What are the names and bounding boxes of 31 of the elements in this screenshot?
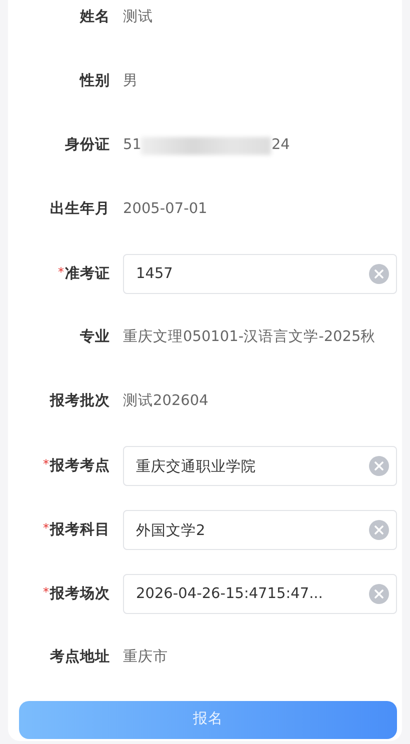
field-label: 身份证 bbox=[65, 137, 110, 154]
field-label: 报考考点 bbox=[50, 458, 110, 474]
field-label: 性别 bbox=[80, 73, 110, 90]
field-label: 报考批次 bbox=[50, 393, 110, 410]
field-label: 考点地址 bbox=[50, 649, 110, 666]
input-field[interactable]: 1457 bbox=[123, 254, 397, 294]
field-value: 男 bbox=[123, 72, 138, 92]
id-number-end: 24 bbox=[271, 136, 290, 156]
input-field[interactable]: 重庆交通职业学院 bbox=[123, 446, 397, 486]
field-value: 重庆市 bbox=[123, 648, 168, 668]
field-value: 2005-07-01 bbox=[123, 200, 208, 220]
field-value: 测试202604 bbox=[123, 392, 208, 412]
input-field[interactable]: 外国文学2 bbox=[123, 510, 397, 550]
field-label: 专业 bbox=[80, 329, 110, 346]
field-label: 报考科目 bbox=[50, 522, 110, 538]
id-number-start: 51 bbox=[123, 136, 142, 156]
clear-icon[interactable] bbox=[369, 584, 389, 604]
field-label: 准考证 bbox=[65, 266, 110, 282]
field-label: 出生年月 bbox=[50, 201, 110, 218]
field-value: 重庆文理050101-汉语言文学-2025秋 bbox=[123, 328, 376, 348]
field-label: 报考场次 bbox=[50, 586, 110, 602]
required-asterisk: * bbox=[58, 264, 64, 279]
clear-icon[interactable] bbox=[369, 456, 389, 476]
required-asterisk: * bbox=[43, 456, 49, 471]
field-label: 姓名 bbox=[80, 9, 110, 26]
clear-icon[interactable] bbox=[369, 264, 389, 284]
field-value: 测试 bbox=[123, 8, 153, 28]
clear-icon[interactable] bbox=[369, 520, 389, 540]
input-field[interactable]: 2026-04-26-15:4715:47... bbox=[123, 574, 397, 614]
required-asterisk: * bbox=[43, 520, 49, 535]
required-asterisk: * bbox=[43, 584, 49, 599]
